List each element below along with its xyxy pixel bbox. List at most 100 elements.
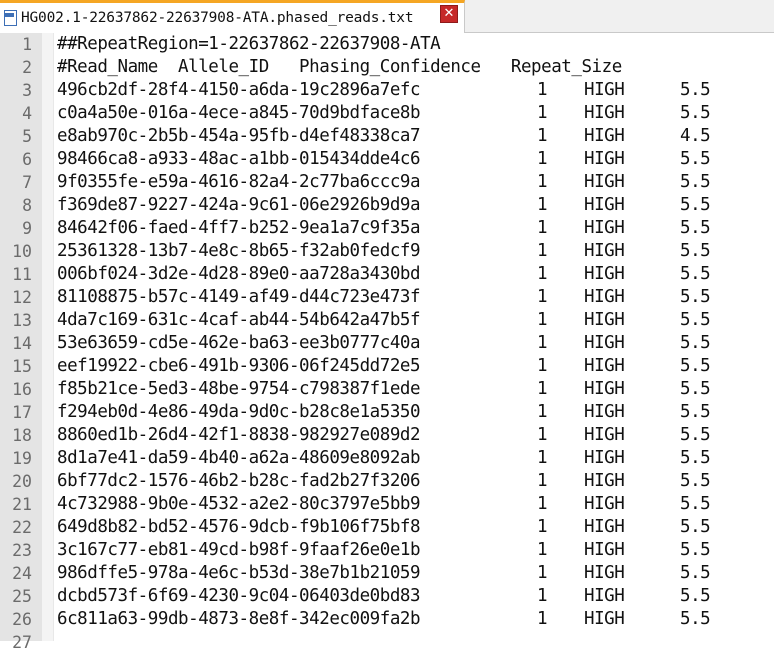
read-name: 986dffe5-978a-4e6c-b53d-38e7b1b21059: [57, 563, 421, 583]
editor-line[interactable]: 23 3c167c77-eb81-49cd-b98f-9faaf26e0e1b 1 H…: [0, 539, 774, 562]
editor-line[interactable]: 11 006bf024-3d2e-4d28-89e0-aa728a3430bd 1 H…: [0, 263, 774, 286]
editor-line[interactable]: 27: [0, 631, 774, 654]
phasing-confidence: HIGH: [584, 264, 625, 284]
read-name: f369de87-9227-424a-9c61-06e2926b9d9a: [57, 195, 421, 215]
phasing-confidence: HIGH: [584, 333, 625, 353]
line-number: 11: [12, 265, 32, 284]
tab-title: HG002.1-22637862-22637908-ATA.phased_rea…: [21, 10, 414, 26]
allele-id: 1: [537, 218, 548, 238]
allele-id: 1: [537, 287, 548, 307]
allele-id: 1: [537, 494, 548, 514]
read-name: c0a4a50e-016a-4ece-a845-70d9bdface8b: [57, 103, 421, 123]
editor-line[interactable]: 8 f369de87-9227-424a-9c61-06e2926b9d9a 1 HI…: [0, 194, 774, 217]
repeat-size: 5.5: [680, 609, 711, 629]
editor-line[interactable]: 25 dcbd573f-6f69-4230-9c04-06403de0bd83 1 H…: [0, 585, 774, 608]
allele-id: 1: [537, 149, 548, 169]
phasing-confidence: HIGH: [584, 126, 625, 146]
line-number: 9: [22, 219, 32, 238]
allele-id: 1: [537, 333, 548, 353]
read-name: 6c811a63-99db-4873-8e8f-342ec009fa2b: [57, 609, 421, 629]
phasing-confidence: HIGH: [584, 172, 625, 192]
line-number: 5: [22, 127, 32, 146]
line-number: 16: [12, 380, 32, 399]
line-number: 15: [12, 357, 32, 376]
allele-id: 1: [537, 241, 548, 261]
editor-line[interactable]: 6 98466ca8-a933-48ac-a1bb-015434dde4c6 1 HI…: [0, 148, 774, 171]
repeat-size: 5.5: [680, 517, 711, 537]
phasing-confidence: HIGH: [584, 103, 625, 123]
allele-id: 1: [537, 126, 548, 146]
phasing-confidence: HIGH: [584, 195, 625, 215]
repeat-size: 5.5: [680, 103, 711, 123]
repeat-size: 5.5: [680, 172, 711, 192]
allele-id: 1: [537, 310, 548, 330]
file-icon: [3, 10, 17, 26]
editor-line[interactable]: 14 53e63659-cd5e-462e-ba63-ee3b0777c40a 1 H…: [0, 332, 774, 355]
repeat-size: 5.5: [680, 310, 711, 330]
editor-line[interactable]: 9 84642f06-faed-4ff7-b252-9ea1a7c9f35a 1 HI…: [0, 217, 774, 240]
column-header-line: #Read_Name Allele_ID Phasing_Confidence …: [57, 57, 622, 77]
editor-line[interactable]: 19 8d1a7e41-da59-4b40-a62a-48609e8092ab 1 H…: [0, 447, 774, 470]
line-number: 24: [12, 564, 32, 583]
allele-id: 1: [537, 195, 548, 215]
editor-line[interactable]: 1 ##RepeatRegion=1-22637862-22637908-ATA: [0, 33, 774, 56]
editor-line[interactable]: 2 #Read_Name Allele_ID Phasing_Confidence…: [0, 56, 774, 79]
line-number: 14: [12, 334, 32, 353]
repeat-size: 5.5: [680, 333, 711, 353]
editor-line[interactable]: 12 81108875-b57c-4149-af49-d44c723e473f 1 H…: [0, 286, 774, 309]
editor-line[interactable]: 4 c0a4a50e-016a-4ece-a845-70d9bdface8b 1 HI…: [0, 102, 774, 125]
line-number: 12: [12, 288, 32, 307]
line-number: 26: [12, 610, 32, 629]
read-name: 53e63659-cd5e-462e-ba63-ee3b0777c40a: [57, 333, 421, 353]
editor-line[interactable]: 22 649d8b82-bd52-4576-9dcb-f9b106f75bf8 1 H…: [0, 516, 774, 539]
phasing-confidence: HIGH: [584, 425, 625, 445]
allele-id: 1: [537, 80, 548, 100]
editor-line[interactable]: 5 e8ab970c-2b5b-454a-95fb-d4ef48338ca7 1 HI…: [0, 125, 774, 148]
read-name: e8ab970c-2b5b-454a-95fb-d4ef48338ca7: [57, 126, 421, 146]
line-number: 23: [12, 541, 32, 560]
line-number: 25: [12, 587, 32, 606]
repeat-size: 5.5: [680, 356, 711, 376]
editor-line[interactable]: 20 6bf77dc2-1576-46b2-b28c-fad2b27f3206 1 H…: [0, 470, 774, 493]
editor-line[interactable]: 16 f85b21ce-5ed3-48be-9754-c798387f1ede 1 H…: [0, 378, 774, 401]
allele-id: 1: [537, 517, 548, 537]
editor-line[interactable]: 7 9f0355fe-e59a-4616-82a4-2c77ba6ccc9a 1 HI…: [0, 171, 774, 194]
repeat-size: 5.5: [680, 586, 711, 606]
read-name: 25361328-13b7-4e8c-8b65-f32ab0fedcf9: [57, 241, 421, 261]
editor-line[interactable]: 15 eef19922-cbe6-491b-9306-06f245dd72e5 1 H…: [0, 355, 774, 378]
tab-file[interactable]: HG002.1-22637862-22637908-ATA.phased_rea…: [0, 0, 465, 33]
read-name: dcbd573f-6f69-4230-9c04-06403de0bd83: [57, 586, 421, 606]
repeat-size: 5.5: [680, 471, 711, 491]
close-tab-button[interactable]: ✕: [440, 5, 458, 23]
phasing-confidence: HIGH: [584, 563, 625, 583]
editor-line[interactable]: 24 986dffe5-978a-4e6c-b53d-38e7b1b21059 1 H…: [0, 562, 774, 585]
allele-id: 1: [537, 448, 548, 468]
editor-line[interactable]: 10 25361328-13b7-4e8c-8b65-f32ab0fedcf9 1 H…: [0, 240, 774, 263]
editor[interactable]: 1 ##RepeatRegion=1-22637862-22637908-ATA 2…: [0, 33, 774, 652]
phasing-confidence: HIGH: [584, 241, 625, 261]
allele-id: 1: [537, 172, 548, 192]
phasing-confidence: HIGH: [584, 218, 625, 238]
repeat-size: 5.5: [680, 379, 711, 399]
repeat-size: 5.5: [680, 149, 711, 169]
phasing-confidence: HIGH: [584, 356, 625, 376]
allele-id: 1: [537, 379, 548, 399]
editor-line[interactable]: 18 8860ed1b-26d4-42f1-8838-982927e089d2 1 H…: [0, 424, 774, 447]
header-comment: ##RepeatRegion=1-22637862-22637908-ATA: [57, 34, 441, 54]
read-name: 649d8b82-bd52-4576-9dcb-f9b106f75bf8: [57, 517, 421, 537]
phasing-confidence: HIGH: [584, 149, 625, 169]
line-number: 17: [12, 403, 32, 422]
editor-line[interactable]: 26 6c811a63-99db-4873-8e8f-342ec009fa2b 1 H…: [0, 608, 774, 631]
read-name: 6bf77dc2-1576-46b2-b28c-fad2b27f3206: [57, 471, 421, 491]
read-name: eef19922-cbe6-491b-9306-06f245dd72e5: [57, 356, 421, 376]
tab-bar: HG002.1-22637862-22637908-ATA.phased_rea…: [0, 0, 774, 33]
repeat-size: 5.5: [680, 494, 711, 514]
repeat-size: 5.5: [680, 241, 711, 261]
editor-line[interactable]: 21 4c732988-9b0e-4532-a2e2-80c3797e5bb9 1 H…: [0, 493, 774, 516]
repeat-size: 5.5: [680, 264, 711, 284]
repeat-size: 5.5: [680, 563, 711, 583]
editor-line[interactable]: 13 4da7c169-631c-4caf-ab44-54b642a47b5f 1 H…: [0, 309, 774, 332]
editor-line[interactable]: 17 f294eb0d-4e86-49da-9d0c-b28c8e1a5350 1 H…: [0, 401, 774, 424]
editor-line[interactable]: 3 496cb2df-28f4-4150-a6da-19c2896a7efc 1 HI…: [0, 79, 774, 102]
read-name: 4c732988-9b0e-4532-a2e2-80c3797e5bb9: [57, 494, 421, 514]
